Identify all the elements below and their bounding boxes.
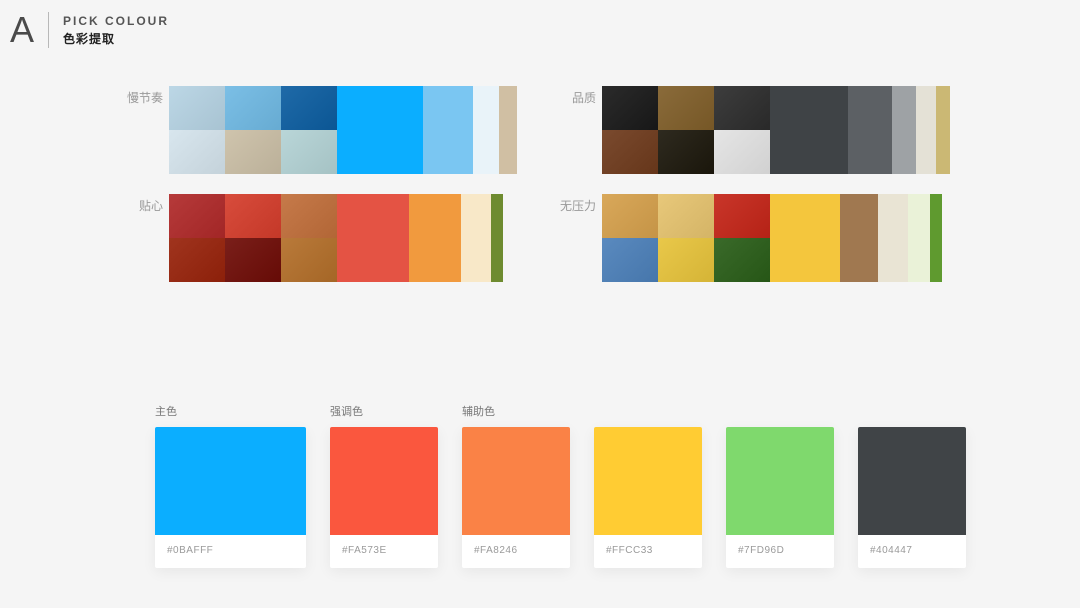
header-text: PICK COLOUR 色彩提取 <box>49 14 169 47</box>
header-title-zh: 色彩提取 <box>63 30 169 47</box>
mood-image <box>602 238 658 282</box>
swatch-card: #404447 <box>858 427 966 568</box>
mood-block: 贴心 <box>125 194 522 282</box>
mood-image <box>658 194 714 238</box>
palette-bar <box>409 194 461 282</box>
mood-image <box>602 194 658 238</box>
mood-image-grid <box>602 194 770 282</box>
swatch-label <box>858 403 966 421</box>
palette-bar <box>499 86 517 174</box>
mood-palette <box>770 194 950 282</box>
mood-image <box>281 238 337 282</box>
mood-image <box>658 86 714 130</box>
palette-bar <box>908 194 930 282</box>
mood-palette <box>337 194 517 282</box>
swatch-hex: #0BAFFF <box>155 535 306 568</box>
mood-label: 贴心 <box>125 197 163 214</box>
palette-bar <box>337 194 409 282</box>
mood-image <box>714 86 770 130</box>
mood-image <box>169 194 225 238</box>
palette-bar <box>878 194 908 282</box>
mood-image <box>602 86 658 130</box>
header-letter: A <box>10 12 49 48</box>
palette-bar <box>936 86 950 174</box>
swatch-group: #404447 <box>858 403 966 568</box>
mood-image <box>281 130 337 174</box>
mood-image <box>225 130 281 174</box>
palette-bar <box>892 86 916 174</box>
palette-bar <box>423 86 473 174</box>
swatch-hex: #FA8246 <box>462 535 570 568</box>
mood-block: 慢节奏 <box>125 86 522 174</box>
palette-bar <box>848 86 892 174</box>
palette-bar <box>840 194 878 282</box>
header-title-en: PICK COLOUR <box>63 14 169 28</box>
swatch-group: 主色 #0BAFFF <box>155 403 306 568</box>
mood-image <box>225 194 281 238</box>
swatch-color <box>858 427 966 535</box>
swatch-group: #FFCC33 <box>594 403 702 568</box>
palette-bar <box>930 194 942 282</box>
palette-bar <box>916 86 936 174</box>
swatch-color <box>726 427 834 535</box>
mood-image <box>169 86 225 130</box>
swatch-group: 强调色 #FA573E <box>330 403 438 568</box>
palette-bar <box>491 194 503 282</box>
mood-palette <box>337 86 517 174</box>
mood-area: 慢节奏 品质贴心 无压力 <box>125 86 955 282</box>
mood-strip <box>602 194 950 282</box>
mood-image <box>714 130 770 174</box>
swatch-color <box>462 427 570 535</box>
mood-label: 慢节奏 <box>125 89 163 106</box>
mood-image <box>602 130 658 174</box>
swatch-hex: #FFCC33 <box>594 535 702 568</box>
mood-image <box>658 238 714 282</box>
mood-strip <box>169 86 517 174</box>
mood-image-grid <box>169 194 337 282</box>
swatch-hex: #7FD96D <box>726 535 834 568</box>
mood-image <box>714 238 770 282</box>
swatch-card: #0BAFFF <box>155 427 306 568</box>
mood-image <box>225 86 281 130</box>
swatch-group: #7FD96D <box>726 403 834 568</box>
swatch-label: 强调色 <box>330 403 438 421</box>
header-badge: A PICK COLOUR 色彩提取 <box>10 12 169 48</box>
mood-image <box>281 194 337 238</box>
mood-strip <box>602 86 950 174</box>
swatch-card: #FA573E <box>330 427 438 568</box>
swatch-label <box>594 403 702 421</box>
swatch-color <box>594 427 702 535</box>
swatch-card: #FFCC33 <box>594 427 702 568</box>
mood-image <box>658 130 714 174</box>
swatch-hex: #404447 <box>858 535 966 568</box>
swatch-label: 主色 <box>155 403 306 421</box>
swatch-color <box>155 427 306 535</box>
palette-bar <box>770 194 840 282</box>
swatch-label: 辅助色 <box>462 403 570 421</box>
mood-palette <box>770 86 950 174</box>
mood-strip <box>169 194 517 282</box>
swatch-color <box>330 427 438 535</box>
palette-bar <box>337 86 423 174</box>
mood-image-grid <box>602 86 770 174</box>
mood-image-grid <box>169 86 337 174</box>
mood-image <box>169 130 225 174</box>
swatch-label <box>726 403 834 421</box>
mood-label: 无压力 <box>558 197 596 214</box>
mood-image <box>714 194 770 238</box>
mood-image <box>169 238 225 282</box>
swatch-row: 主色 #0BAFFF 强调色 #FA573E 辅助色 #FA8246 #FFCC33 #7FD… <box>155 403 945 568</box>
swatch-card: #FA8246 <box>462 427 570 568</box>
swatch-group: 辅助色 #FA8246 <box>462 403 570 568</box>
palette-bar <box>461 194 491 282</box>
mood-block: 无压力 <box>558 194 955 282</box>
mood-block: 品质 <box>558 86 955 174</box>
mood-image <box>225 238 281 282</box>
palette-bar <box>770 86 848 174</box>
swatch-card: #7FD96D <box>726 427 834 568</box>
mood-image <box>281 86 337 130</box>
mood-label: 品质 <box>558 89 596 106</box>
swatch-hex: #FA573E <box>330 535 438 568</box>
palette-bar <box>473 86 499 174</box>
